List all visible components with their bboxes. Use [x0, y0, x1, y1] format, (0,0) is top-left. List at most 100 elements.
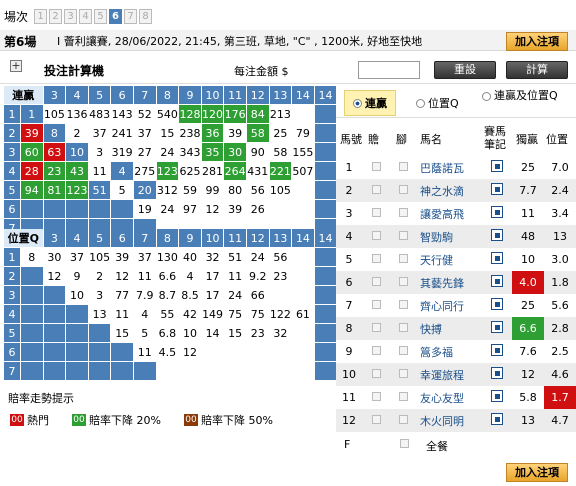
- grid-cell[interactable]: 81: [43, 181, 66, 199]
- field-checkbox[interactable]: [400, 439, 409, 448]
- grid-cell[interactable]: [66, 362, 88, 380]
- grid-cell[interactable]: [292, 267, 314, 285]
- grid-cell[interactable]: 12: [201, 200, 224, 218]
- grid-cell[interactable]: [88, 362, 111, 380]
- win-odds[interactable]: 48: [512, 225, 544, 248]
- grid-cell[interactable]: 11: [133, 343, 156, 361]
- horse-name-link[interactable]: 木火同明: [416, 409, 482, 432]
- win-checkbox-cell[interactable]: [362, 409, 390, 432]
- grid-cell[interactable]: [111, 343, 133, 361]
- grid-cell[interactable]: 6.6: [156, 267, 179, 285]
- grid-cell[interactable]: 63: [43, 143, 66, 161]
- grid-cell[interactable]: 7.9: [133, 286, 156, 304]
- grid-cell[interactable]: 8: [21, 248, 43, 266]
- notes-icon-cell[interactable]: [482, 248, 512, 271]
- grid-cell[interactable]: 19: [133, 200, 156, 218]
- race-button-4[interactable]: 4: [79, 8, 93, 24]
- grid-cell[interactable]: 90: [246, 143, 269, 161]
- grid-cell[interactable]: [43, 362, 66, 380]
- notes-icon[interactable]: [491, 344, 503, 356]
- grid-cell[interactable]: 26: [246, 200, 269, 218]
- place-checkbox-cell[interactable]: [390, 271, 416, 294]
- notes-icon-cell[interactable]: [482, 340, 512, 363]
- grid-cell[interactable]: [111, 200, 133, 218]
- place-odds[interactable]: 2.4: [544, 179, 576, 202]
- grid-cell[interactable]: [21, 200, 43, 218]
- grid-cell[interactable]: [88, 343, 111, 361]
- notes-icon-cell[interactable]: [482, 363, 512, 386]
- notes-icon[interactable]: [491, 252, 503, 264]
- horse-name-link[interactable]: 天行健: [416, 248, 482, 271]
- grid-cell[interactable]: 431: [246, 162, 269, 180]
- grid-cell[interactable]: 105: [88, 248, 111, 266]
- place-checkbox[interactable]: [398, 254, 408, 263]
- grid-cell[interactable]: 37: [133, 248, 156, 266]
- grid-cell[interactable]: [21, 362, 43, 380]
- notes-icon[interactable]: [491, 390, 503, 402]
- grid-cell[interactable]: 312: [156, 181, 179, 199]
- place-odds[interactable]: 3.4: [544, 202, 576, 225]
- win-odds[interactable]: 5.8: [512, 386, 544, 409]
- horse-name-link[interactable]: 智勁駒: [416, 225, 482, 248]
- notes-icon[interactable]: [491, 160, 503, 172]
- place-checkbox-cell[interactable]: [390, 409, 416, 432]
- grid-cell[interactable]: 343: [179, 143, 201, 161]
- grid-cell[interactable]: 9: [66, 267, 88, 285]
- race-button-3[interactable]: 3: [64, 8, 78, 24]
- race-button-8[interactable]: 8: [139, 8, 153, 24]
- grid-cell[interactable]: 5: [111, 181, 133, 199]
- grid-cell[interactable]: 11: [224, 267, 246, 285]
- grid-cell[interactable]: 51: [88, 181, 111, 199]
- grid-cell[interactable]: 2: [88, 267, 111, 285]
- grid-cell[interactable]: 25: [269, 124, 292, 142]
- horse-name-link[interactable]: 篙多福: [416, 340, 482, 363]
- notes-icon-cell[interactable]: [482, 156, 512, 179]
- grid-cell[interactable]: 58: [246, 124, 269, 142]
- grid-cell[interactable]: 39: [111, 248, 133, 266]
- place-odds[interactable]: 2.8: [544, 317, 576, 340]
- grid-cell[interactable]: [269, 362, 292, 380]
- grid-cell[interactable]: 275: [133, 162, 156, 180]
- expand-plus-icon[interactable]: +: [10, 60, 22, 72]
- grid-cell[interactable]: 281: [201, 162, 224, 180]
- grid-cell[interactable]: 128: [179, 105, 201, 123]
- grid-cell[interactable]: 43: [66, 162, 88, 180]
- notes-icon-cell[interactable]: [482, 179, 512, 202]
- grid-cell[interactable]: 56: [246, 181, 269, 199]
- place-checkbox[interactable]: [398, 369, 408, 378]
- add-bet-button-top[interactable]: 加入注項: [506, 32, 568, 51]
- win-checkbox[interactable]: [371, 231, 381, 240]
- grid-cell[interactable]: [292, 362, 314, 380]
- win-checkbox[interactable]: [371, 300, 381, 309]
- horse-name-link[interactable]: 神之水滴: [416, 179, 482, 202]
- notes-icon-cell[interactable]: [482, 271, 512, 294]
- grid-cell[interactable]: 5: [133, 324, 156, 342]
- notes-icon-cell[interactable]: [482, 202, 512, 225]
- horse-name-link[interactable]: 其藝先鋒: [416, 271, 482, 294]
- grid-cell[interactable]: 507: [292, 162, 314, 180]
- grid-cell[interactable]: 123: [156, 162, 179, 180]
- grid-cell[interactable]: 28: [21, 162, 43, 180]
- grid-cell[interactable]: 10: [66, 286, 88, 304]
- grid-cell[interactable]: [66, 343, 88, 361]
- notes-icon[interactable]: [491, 229, 503, 241]
- place-checkbox[interactable]: [398, 185, 408, 194]
- grid-cell[interactable]: 27: [133, 143, 156, 161]
- tab-place-q[interactable]: 位置Q: [416, 90, 459, 116]
- place-checkbox-cell[interactable]: [390, 156, 416, 179]
- place-checkbox[interactable]: [398, 231, 408, 240]
- place-odds[interactable]: 4.6: [544, 363, 576, 386]
- win-odds[interactable]: 25: [512, 156, 544, 179]
- grid-cell[interactable]: [43, 200, 66, 218]
- grid-cell[interactable]: 2: [66, 124, 88, 142]
- tab-both[interactable]: 連贏及位置Q: [482, 89, 576, 115]
- horse-name-link[interactable]: 齊心同行: [416, 294, 482, 317]
- place-odds[interactable]: 2.5: [544, 340, 576, 363]
- win-checkbox-cell[interactable]: [362, 317, 390, 340]
- grid-cell[interactable]: 77: [111, 286, 133, 304]
- grid-cell[interactable]: 39: [21, 124, 43, 142]
- grid-cell[interactable]: 176: [224, 105, 246, 123]
- grid-cell[interactable]: [292, 200, 314, 218]
- win-checkbox-cell[interactable]: [362, 294, 390, 317]
- grid-cell[interactable]: [43, 286, 66, 304]
